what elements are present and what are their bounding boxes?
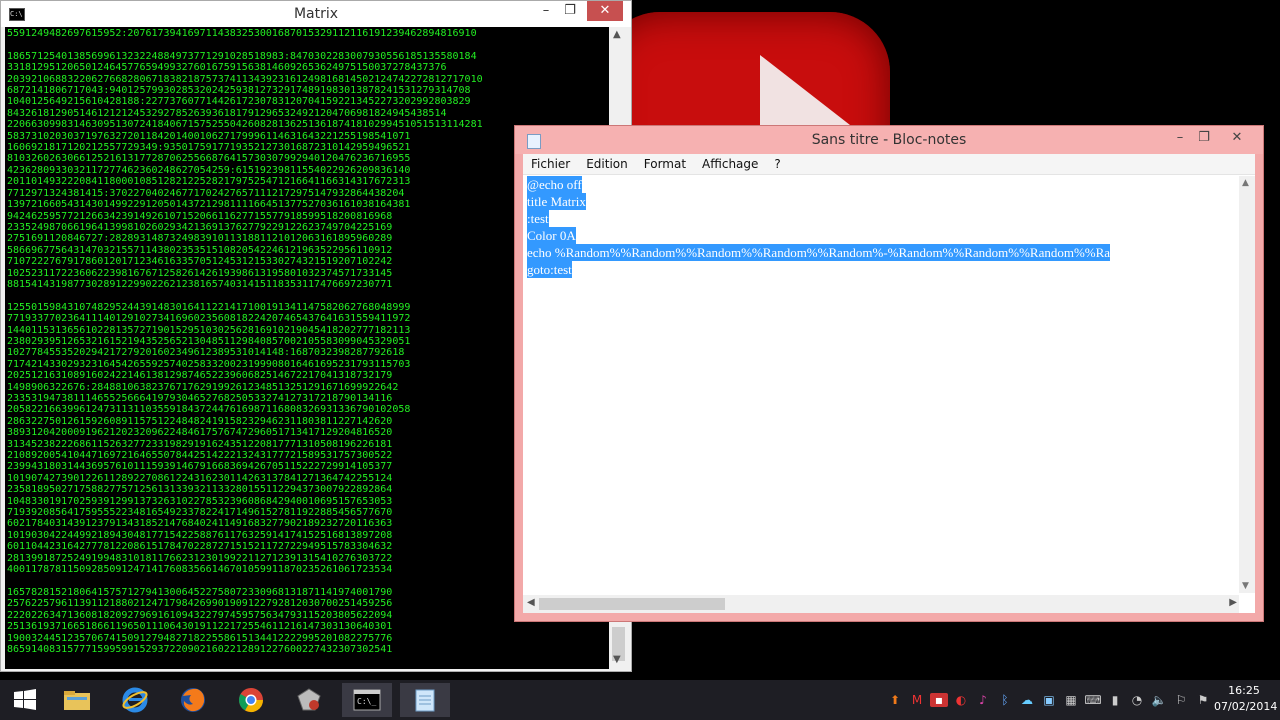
clock-date: 07/02/2014 [1214, 700, 1278, 713]
notepad-icon [415, 689, 435, 712]
clock-time: 16:25 [1228, 684, 1260, 697]
notepad-maximize-button[interactable]: ❐ [1191, 128, 1217, 148]
cmd-title-bar[interactable]: C:\ Matrix – ❐ ✕ [1, 1, 631, 27]
notepad-close-button[interactable]: ✕ [1217, 128, 1257, 148]
notepad-hscroll-thumb[interactable] [539, 598, 725, 610]
notepad-horizontal-scrollbar[interactable]: ◀ ▶ [523, 595, 1239, 613]
keyboard-icon[interactable]: ⌨ [1084, 693, 1102, 707]
text-line: @echo off [527, 176, 582, 193]
scroll-right-arrow-icon[interactable]: ▶ [1229, 597, 1237, 608]
text-line: goto:test [527, 261, 572, 278]
notepad-text-area[interactable]: @echo off title Matrix :test Color 0A ec… [527, 176, 1237, 591]
scroll-up-arrow-icon[interactable]: ▲ [613, 29, 621, 40]
gpu-icon[interactable]: ▦ [1062, 693, 1080, 707]
cmd-taskbar-button[interactable]: C:\_ [342, 683, 392, 717]
internet-explorer-icon [122, 687, 148, 713]
update-icon[interactable]: ⬆ [886, 693, 904, 707]
tool-icon [297, 688, 321, 711]
bluetooth-icon[interactable]: ᛒ [996, 693, 1014, 707]
file-explorer-button[interactable] [52, 683, 102, 717]
folder-icon [64, 691, 90, 710]
cmd-close-button[interactable]: ✕ [587, 1, 623, 21]
battery-icon[interactable]: ▮ [1106, 693, 1124, 707]
windows-logo-icon [14, 689, 36, 710]
menu-format[interactable]: Format [636, 157, 694, 171]
wifi-icon[interactable]: ◔ [1128, 693, 1146, 707]
media-icon[interactable]: ♪ [974, 693, 992, 707]
firefox-button[interactable] [168, 683, 218, 717]
text-line: Color 0A [527, 227, 576, 244]
network-icon[interactable]: ⚐ [1172, 693, 1190, 707]
text-line: :test [527, 210, 549, 227]
scroll-down-arrow-icon[interactable]: ▼ [613, 654, 621, 665]
notepad-window[interactable]: Sans titre - Bloc-notes – ❐ ✕ Fichier Ed… [514, 125, 1264, 622]
menu-help[interactable]: ? [766, 157, 788, 171]
command-prompt-icon: C:\_ [353, 689, 381, 711]
app-tray-icon[interactable]: ◐ [952, 693, 970, 707]
system-clock[interactable]: 16:25 07/02/2014 [1214, 683, 1278, 715]
scroll-up-arrow-icon[interactable]: ▲ [1242, 178, 1249, 188]
cloud-icon[interactable]: ☁ [1018, 693, 1036, 707]
cmd-minimize-button[interactable]: – [533, 1, 559, 21]
mcafee-icon[interactable]: M [908, 693, 926, 707]
scroll-down-arrow-icon[interactable]: ▼ [1242, 581, 1249, 591]
text-line: title Matrix [527, 193, 586, 210]
svg-text:C:\_: C:\_ [357, 697, 376, 706]
menu-affichage[interactable]: Affichage [694, 157, 766, 171]
start-button[interactable] [0, 683, 50, 717]
security-icon[interactable]: ▪ [930, 693, 948, 707]
text-line: echo %Random%%Random%%Random%%Random%%Ra… [527, 244, 1111, 261]
notepad-menu-bar: Fichier Edition Format Affichage ? [523, 154, 1255, 175]
notepad-taskbar-button[interactable] [400, 683, 450, 717]
scroll-left-arrow-icon[interactable]: ◀ [527, 597, 535, 608]
chrome-button[interactable] [226, 683, 276, 717]
notepad-window-title: Sans titre - Bloc-notes [811, 132, 967, 148]
menu-edition[interactable]: Edition [578, 157, 636, 171]
notepad-vertical-scrollbar[interactable]: ▲ ▼ [1239, 176, 1255, 593]
system-tray: ⬆ M ▪ ◐ ♪ ᛒ ☁ ▣ ▦ ⌨ ▮ ◔ 🔈 ⚐ ⚑ [886, 680, 1216, 720]
device-icon[interactable]: ▣ [1040, 693, 1058, 707]
chrome-icon [238, 688, 263, 713]
flag-icon[interactable]: ⚑ [1194, 693, 1212, 707]
tool-app-button[interactable] [284, 683, 334, 717]
volume-icon[interactable]: 🔈 [1150, 693, 1168, 707]
internet-explorer-button[interactable] [110, 683, 160, 717]
notepad-client-area: Fichier Edition Format Affichage ? @echo… [523, 154, 1255, 613]
cmd-maximize-button[interactable]: ❐ [557, 1, 583, 21]
menu-fichier[interactable]: Fichier [523, 157, 578, 171]
notepad-minimize-button[interactable]: – [1167, 128, 1193, 148]
taskbar: C:\_ ⬆ M ▪ ◐ ♪ ᛒ ☁ ▣ ▦ ⌨ ▮ ◔ 🔈 ⚐ ⚑ 16:25… [0, 680, 1280, 720]
notepad-title-bar[interactable]: Sans titre - Bloc-notes – ❐ ✕ [515, 126, 1263, 154]
firefox-icon [181, 688, 205, 712]
